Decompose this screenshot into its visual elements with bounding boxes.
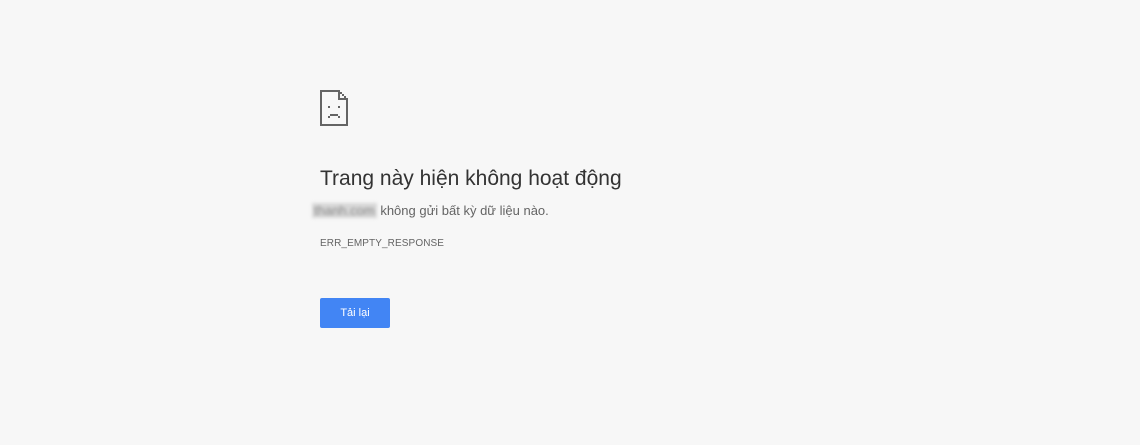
reload-button[interactable]: Tải lại	[320, 298, 390, 328]
blurred-host: thanh.com	[312, 203, 377, 218]
error-heading: Trang này hiện không hoạt động	[320, 167, 622, 190]
sad-page-icon	[320, 90, 348, 126]
error-code: ERR_EMPTY_RESPONSE	[320, 237, 445, 249]
error-description: thanh.com không gửi bất kỳ dữ liệu nào.	[312, 203, 920, 219]
error-description-text: không gửi bất kỳ dữ liệu nào.	[376, 203, 549, 218]
error-content: Trang này hiện không hoạt động thanh.com…	[312, 90, 920, 249]
error-page: Trang này hiện không hoạt động thanh.com…	[0, 0, 1140, 445]
